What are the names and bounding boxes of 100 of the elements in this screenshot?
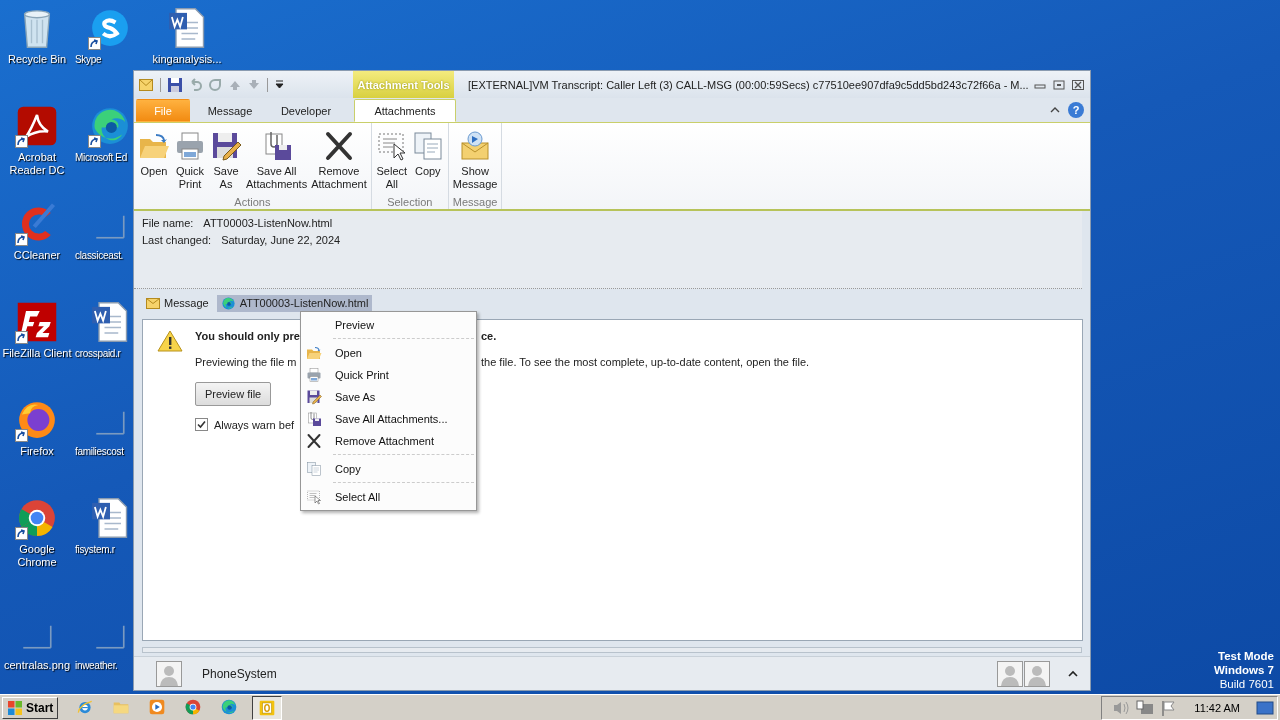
info-label: File name: bbox=[142, 217, 194, 229]
person-avatar-icon[interactable] bbox=[997, 660, 1023, 687]
save-icon[interactable] bbox=[168, 77, 182, 92]
down-arrow-icon[interactable] bbox=[248, 79, 260, 90]
ribbon-button[interactable]: Show Message bbox=[450, 126, 500, 195]
preview-file-button[interactable]: Preview file bbox=[195, 382, 272, 406]
ribbon-button[interactable]: Save All Attachments bbox=[244, 126, 310, 195]
help-button[interactable]: ? bbox=[1068, 102, 1084, 118]
shortcut-arrow-icon bbox=[15, 233, 28, 246]
ribbon-button[interactable]: Select All bbox=[373, 126, 410, 195]
attachment-tab[interactable]: Message bbox=[142, 296, 213, 310]
expand-caret-icon[interactable] bbox=[1068, 669, 1078, 678]
outlook-icon bbox=[258, 699, 277, 717]
preview-message: Previewing the file m bbox=[195, 356, 298, 368]
shortcut-arrow-icon bbox=[88, 135, 101, 148]
system-notice: Windows 7 bbox=[1214, 663, 1274, 677]
menu-item[interactable]: Quick Print bbox=[303, 364, 474, 386]
system-notice: Build 7601 bbox=[1219, 677, 1274, 691]
menu-item[interactable]: Save As bbox=[303, 386, 474, 408]
undo-icon[interactable] bbox=[189, 78, 202, 91]
checkbox-label: Always warn bef bbox=[214, 418, 295, 431]
ribbon-button[interactable]: Quick Print bbox=[172, 126, 208, 195]
info-value: ATT00003-ListenNow.html bbox=[203, 217, 333, 229]
ribbon-tab[interactable]: Developer bbox=[268, 99, 344, 122]
start-button[interactable]: Start bbox=[2, 697, 59, 719]
close-icon[interactable] bbox=[1072, 79, 1084, 90]
windows-logo-icon bbox=[7, 700, 23, 716]
customize-dropdown-icon[interactable] bbox=[275, 80, 284, 89]
person-avatar-icon bbox=[156, 660, 182, 687]
ribbon-tab[interactable]: Message bbox=[192, 99, 268, 122]
desktop-icon[interactable]: classiceast. bbox=[75, 202, 132, 262]
paperclip-floppy-icon bbox=[306, 411, 322, 427]
menu-item[interactable]: Open bbox=[303, 342, 474, 364]
attachment-tab[interactable]: ATT00003-ListenNow.html bbox=[216, 294, 373, 312]
menu-item[interactable]: Remove Attachment bbox=[303, 430, 474, 452]
preview-message: the file. To see the most complete, up-to-date content, open the file. bbox=[481, 356, 810, 368]
acrobat-icon bbox=[15, 104, 59, 148]
contact-name: PhoneSystem bbox=[202, 666, 277, 681]
desktop-icon[interactable]: Firefox bbox=[0, 398, 74, 458]
filezilla-icon bbox=[15, 300, 59, 344]
info-value: Saturday, June 22, 2024 bbox=[221, 234, 341, 246]
contextual-tab-header: Attachment Tools bbox=[353, 71, 454, 98]
collapse-ribbon-icon[interactable] bbox=[1050, 106, 1060, 114]
menu-item[interactable]: Select All bbox=[303, 486, 474, 508]
ribbon-button[interactable]: Copy bbox=[409, 126, 446, 195]
warning-text: You should only pre bbox=[195, 330, 301, 342]
window-title: [EXTERNAL]VM Transcript: Caller Left (3) CALL-MSG (00:00:59Secs) c77510ee907dfa9c5dd5bd243c72f66a - M... bbox=[467, 78, 1030, 91]
desktop-icon[interactable]: CCleaner bbox=[0, 202, 74, 262]
selection-cursor-icon bbox=[306, 489, 322, 505]
desktop-icon[interactable]: FileZilla Client bbox=[0, 300, 74, 360]
chrome-icon bbox=[184, 698, 203, 716]
desktop-icon[interactable]: Google Chrome bbox=[0, 496, 74, 569]
envelope-arrow-icon bbox=[459, 130, 492, 162]
edge-icon bbox=[220, 698, 239, 716]
desktop-icon[interactable]: Recycle Bin bbox=[0, 6, 74, 66]
copy-icon bbox=[306, 461, 322, 477]
shortcut-arrow-icon bbox=[15, 135, 28, 148]
person-avatar-icon[interactable] bbox=[1024, 660, 1050, 687]
shortcut-arrow-icon bbox=[15, 331, 28, 344]
menu-item[interactable]: Save All Attachments... bbox=[303, 408, 474, 430]
floppy-pencil-icon bbox=[306, 389, 322, 405]
copy-icon bbox=[411, 130, 444, 162]
menu-item[interactable]: Preview bbox=[303, 314, 474, 336]
checkbox[interactable] bbox=[195, 418, 208, 431]
shortcut-arrow-icon bbox=[88, 37, 101, 50]
desktop-icon[interactable]: inweather. bbox=[75, 612, 132, 672]
redo-icon[interactable] bbox=[209, 78, 222, 91]
desktop-icon[interactable]: fisystem.r bbox=[75, 496, 132, 556]
ribbon-button[interactable]: Open bbox=[136, 126, 172, 195]
speaker-icon[interactable] bbox=[1112, 700, 1131, 716]
desktop-icon[interactable]: centralas.png bbox=[0, 612, 74, 672]
x-icon bbox=[306, 433, 322, 449]
edge-icon bbox=[220, 295, 236, 311]
group-label: Actions bbox=[233, 195, 272, 210]
desktop-icon[interactable]: crosspaid.r bbox=[75, 300, 132, 360]
printer-icon bbox=[306, 367, 322, 383]
selection-cursor-icon bbox=[375, 130, 408, 162]
menu-item[interactable]: Copy bbox=[303, 458, 474, 480]
desktop-icon[interactable]: kinganalysis... bbox=[150, 6, 224, 66]
info-label: Last changed: bbox=[142, 234, 212, 246]
show-desktop-icon[interactable] bbox=[1256, 700, 1274, 716]
desktop-icon[interactable]: familiescost bbox=[75, 398, 132, 458]
desktop-icon[interactable]: Microsoft Ed bbox=[75, 104, 132, 164]
flag-icon[interactable] bbox=[1160, 700, 1177, 716]
group-label: Selection bbox=[386, 195, 434, 210]
desktop-icon[interactable]: Acrobat Reader DC bbox=[0, 104, 74, 177]
taskbar-app[interactable] bbox=[252, 696, 283, 720]
printer-icon bbox=[174, 130, 206, 162]
maximize-icon[interactable] bbox=[1053, 79, 1065, 90]
network-icon[interactable] bbox=[1136, 700, 1155, 716]
warning-icon bbox=[157, 330, 183, 352]
ribbon-tab[interactable]: Attachments bbox=[354, 99, 456, 122]
envelope-icon[interactable] bbox=[139, 78, 153, 91]
clock[interactable]: 11:42 AM bbox=[1194, 702, 1240, 714]
ribbon-button[interactable]: Remove Attachment bbox=[309, 126, 369, 195]
envelope-icon bbox=[146, 297, 160, 309]
desktop-icon[interactable]: Skype bbox=[75, 6, 132, 66]
ribbon-button[interactable]: Save As bbox=[208, 126, 244, 195]
media-player-icon bbox=[148, 698, 167, 716]
up-arrow-icon[interactable] bbox=[229, 79, 241, 90]
